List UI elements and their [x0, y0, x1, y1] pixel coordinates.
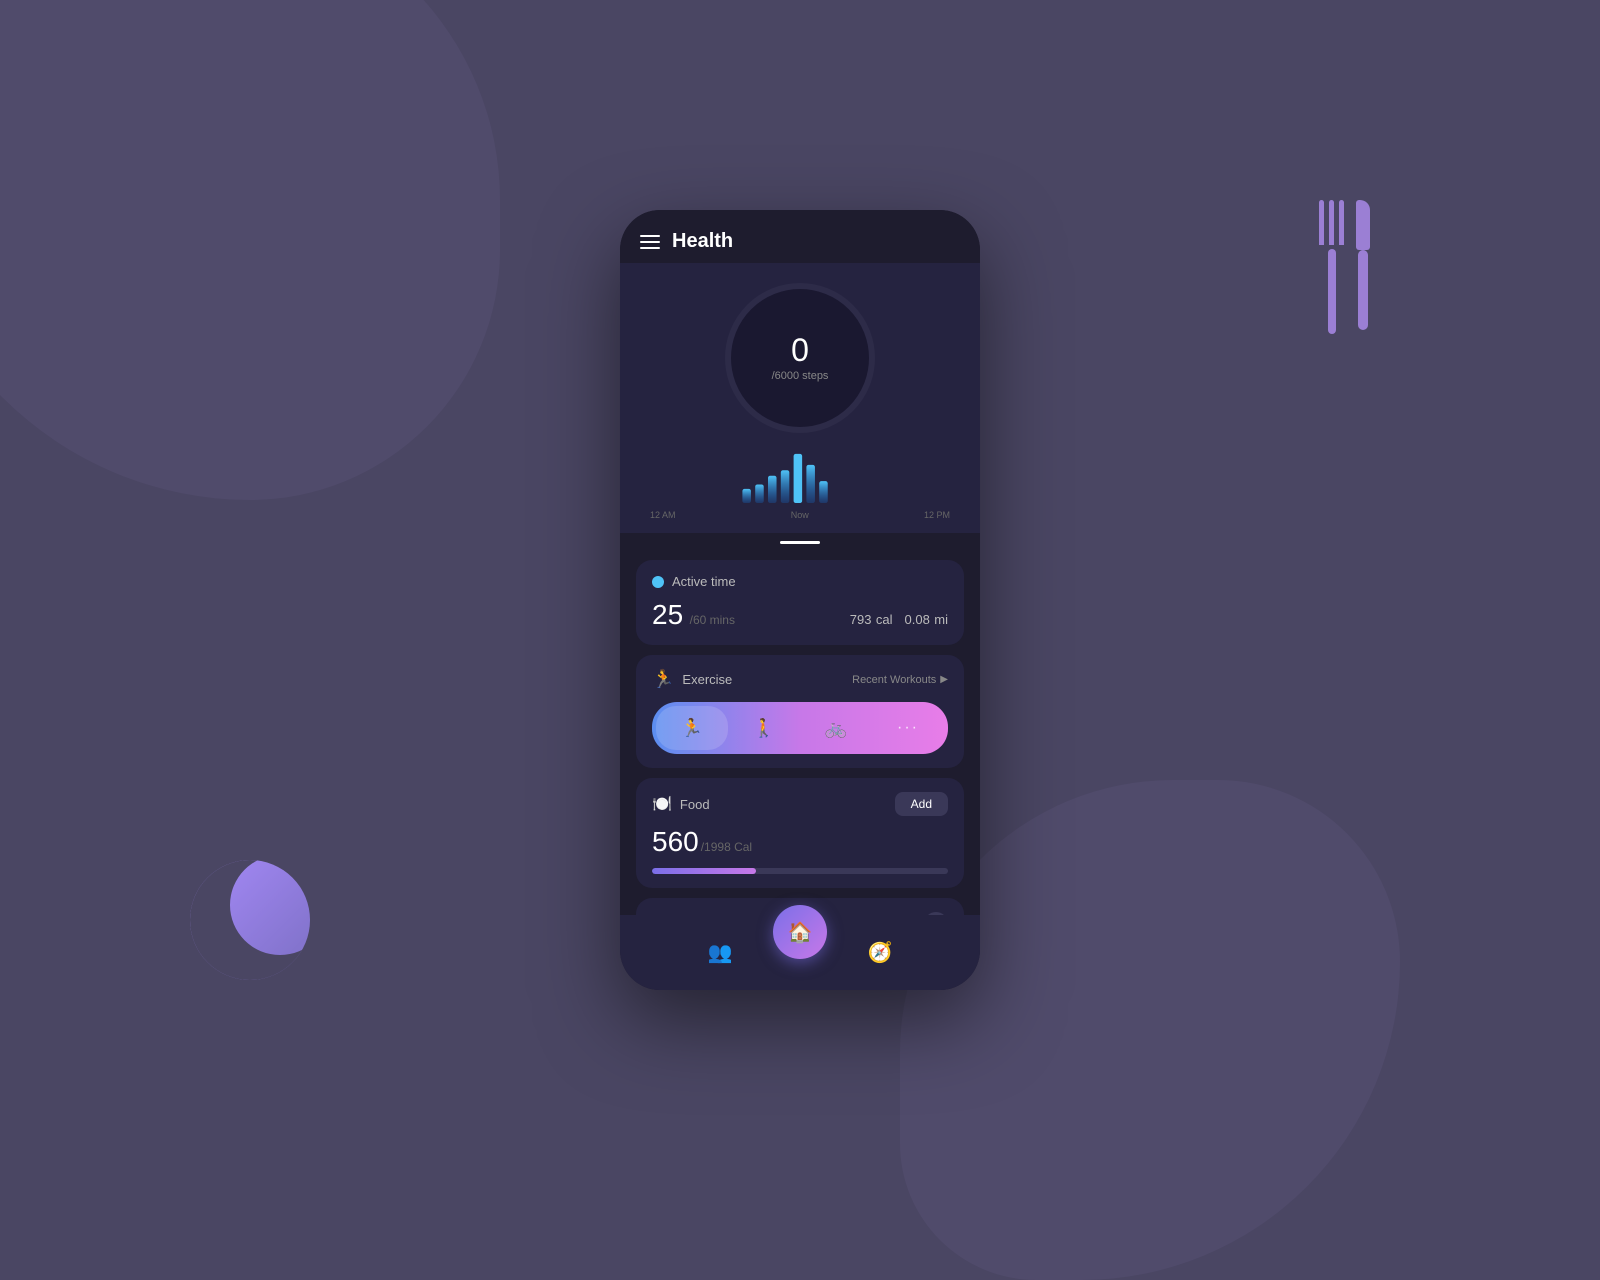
active-time-card: Active time 25 /60 mins 793 cal 0.08 mi — [636, 560, 964, 645]
walking-icon: 🚶 — [753, 718, 775, 739]
exercise-icon: 🏃 — [652, 669, 674, 690]
food-title: Food — [680, 797, 710, 812]
food-calories-goal: /1998 Cal — [701, 840, 752, 854]
steps-goal: /6000 steps — [772, 370, 829, 382]
walking-pill[interactable]: 🚶 — [728, 706, 800, 750]
calories-unit: cal — [876, 612, 893, 627]
bottom-navigation: 👥 🏠 🧭 — [620, 915, 980, 990]
home-nav-button[interactable]: 🏠 — [773, 905, 827, 959]
exercise-left: 🏃 Exercise — [652, 669, 732, 690]
active-time-value: 25 /60 mins — [652, 599, 735, 631]
food-calories-value: 560 — [652, 826, 699, 858]
main-content: Active time 25 /60 mins 793 cal 0.08 mi — [620, 552, 980, 915]
food-progress-bar — [652, 868, 948, 874]
food-left: 🍽️ Food — [652, 794, 710, 814]
exercise-title: Exercise — [682, 672, 732, 687]
active-dot — [652, 576, 664, 588]
chart-label-start: 12 AM — [650, 510, 676, 520]
minutes-value: 25 — [652, 599, 683, 630]
minutes-unit: /60 mins — [690, 613, 735, 627]
food-card: 🍽️ Food Add 560 /1998 Cal — [636, 778, 964, 888]
chart-labels: 12 AM Now 12 PM — [640, 510, 960, 520]
food-utensil-icon: 🍽️ — [652, 794, 672, 814]
compass-nav-icon[interactable]: 🧭 — [868, 940, 893, 965]
recent-workouts-link[interactable]: Recent Workouts ▶ — [852, 674, 948, 686]
food-progress-fill — [652, 868, 756, 874]
app-header: Health — [620, 210, 980, 263]
calories-stat: 793 cal — [850, 611, 893, 629]
active-time-title: Active time — [672, 574, 736, 589]
chart-label-now: Now — [791, 510, 809, 520]
exercise-header: 🏃 Exercise Recent Workouts ▶ — [652, 669, 948, 690]
workout-pills: 🏃 🚶 🚲 ··· — [652, 702, 948, 754]
home-icon: 🏠 — [788, 920, 813, 945]
steps-chart: 12 AM Now 12 PM — [640, 443, 960, 513]
food-stats: 560 /1998 Cal — [652, 826, 948, 858]
decorative-moon — [190, 860, 310, 980]
running-pill[interactable]: 🏃 — [656, 706, 728, 750]
steps-section: 0 /6000 steps — [620, 263, 980, 533]
more-dots-icon: ··· — [897, 719, 919, 737]
background-blob-1 — [0, 0, 500, 500]
calories-value: 793 — [850, 612, 872, 627]
active-time-stats: 25 /60 mins 793 cal 0.08 mi — [652, 599, 948, 631]
page-title: Health — [672, 230, 733, 253]
food-header: 🍽️ Food Add — [652, 792, 948, 816]
people-nav-icon[interactable]: 👥 — [708, 940, 733, 965]
active-time-header: Active time — [652, 574, 948, 589]
steps-count: 0 — [791, 334, 809, 366]
chart-label-end: 12 PM — [924, 510, 950, 520]
decorative-utensils — [1319, 200, 1370, 334]
menu-button[interactable] — [640, 235, 660, 249]
phone-container: Health 0 /6000 steps — [620, 210, 980, 990]
more-pill[interactable]: ··· — [872, 706, 944, 750]
recent-workouts-label: Recent Workouts — [852, 674, 936, 686]
distance-stat: 0.08 mi — [905, 611, 948, 629]
steps-circle: 0 /6000 steps — [725, 283, 875, 433]
right-stats: 793 cal 0.08 mi — [850, 611, 948, 629]
distance-unit: mi — [934, 612, 948, 627]
cycling-icon: 🚲 — [825, 718, 847, 739]
running-icon: 🏃 — [681, 718, 703, 739]
exercise-card: 🏃 Exercise Recent Workouts ▶ 🏃 🚶 🚲 — [636, 655, 964, 768]
cycling-pill[interactable]: 🚲 — [800, 706, 872, 750]
distance-value: 0.08 — [905, 612, 930, 627]
chevron-right-icon: ▶ — [940, 674, 948, 685]
scroll-indicator — [620, 533, 980, 552]
add-food-button[interactable]: Add — [895, 792, 948, 816]
